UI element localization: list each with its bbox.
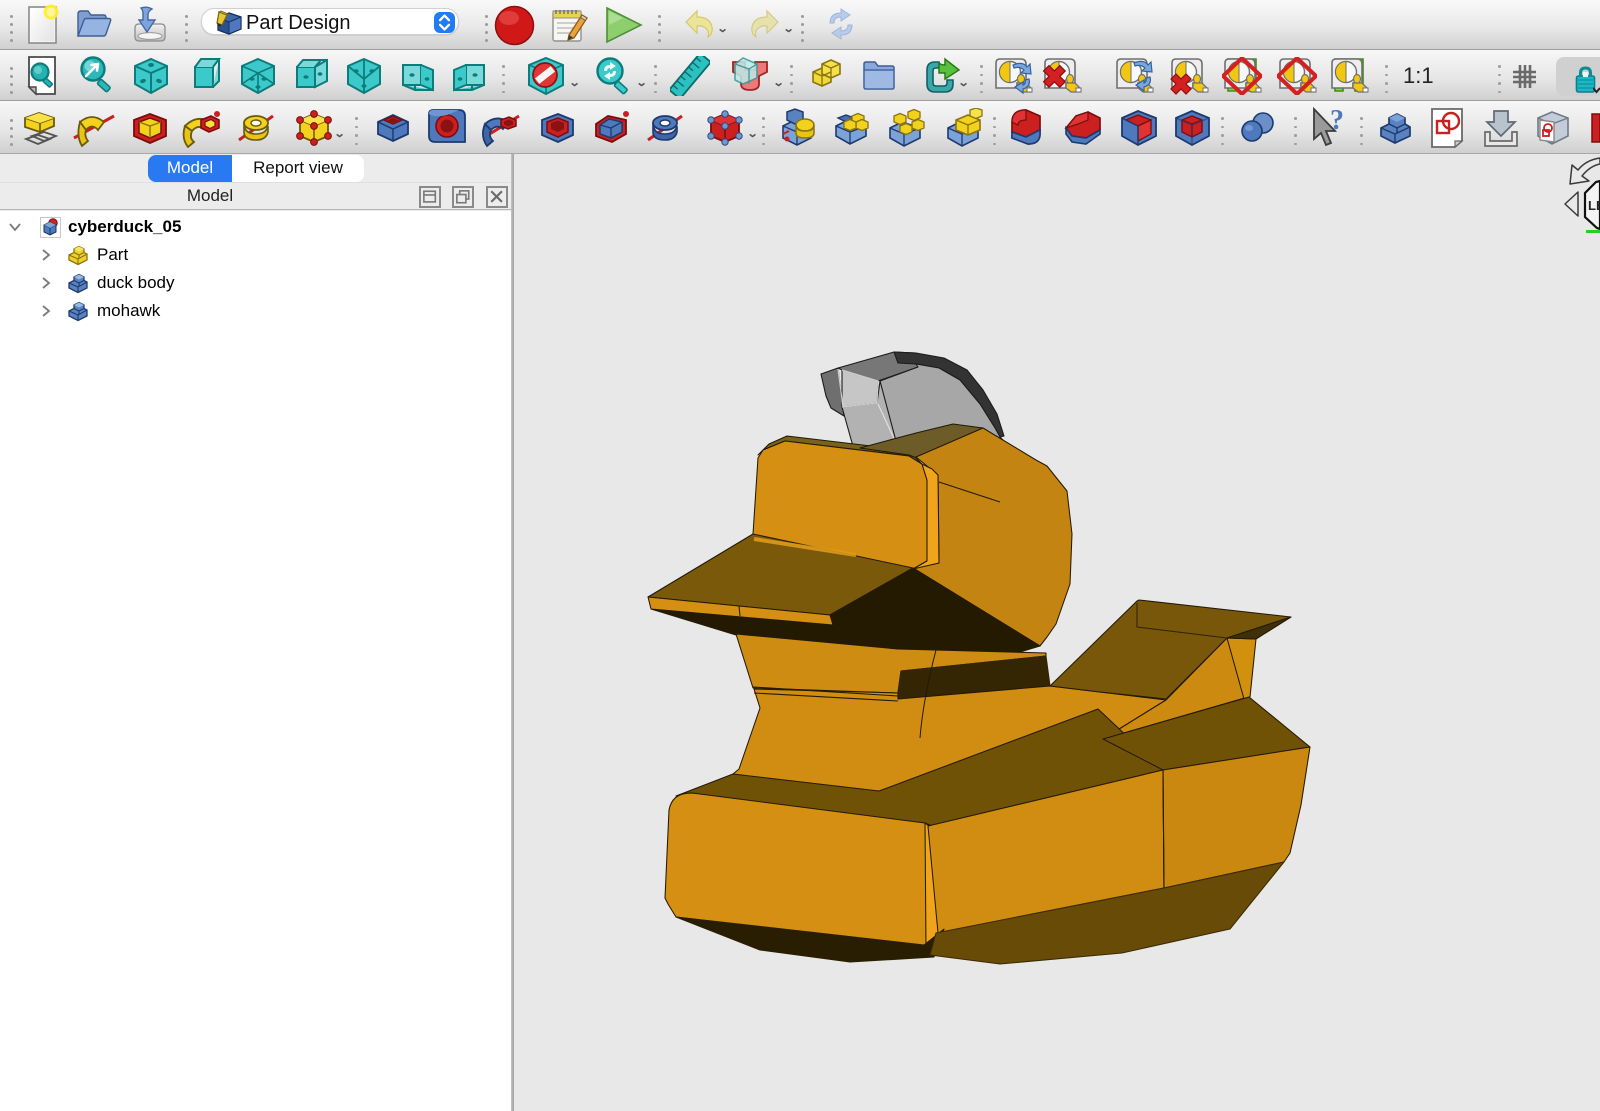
svg-text:?: ? <box>1330 107 1344 136</box>
svg-text:LE: LE <box>1588 198 1600 213</box>
